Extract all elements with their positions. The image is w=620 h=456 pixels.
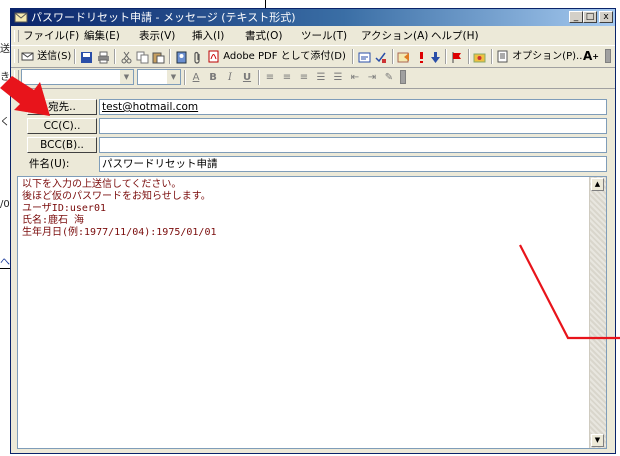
menu-file[interactable]: ファイル(F) — [23, 29, 79, 43]
spelling-icon[interactable] — [374, 51, 387, 64]
menu-help[interactable]: ヘルプ(H) — [431, 29, 479, 43]
chevron-down-icon: ▼ — [120, 70, 133, 84]
font-grow-mark: + — [592, 52, 599, 61]
high-importance-icon[interactable] — [415, 51, 428, 64]
window-title: パスワードリセット申請 - メッセージ (テキスト形式) — [31, 11, 296, 24]
toolbar-separator — [184, 70, 186, 85]
follow-up-icon[interactable] — [397, 51, 410, 64]
attach-icon[interactable] — [191, 51, 204, 64]
body-line: 後ほど仮のパスワードをお知らせします。 — [22, 191, 211, 202]
chevron-down-icon: ▼ — [167, 70, 180, 84]
message-body-text: 以下を入力の上送信してください。 後ほど仮のパスワードをお知らせします。 ユーザ… — [22, 179, 586, 239]
menu-tools[interactable]: ツール(T) — [301, 29, 347, 43]
close-button[interactable]: x — [599, 11, 613, 23]
pdf-icon — [208, 50, 219, 62]
increase-indent-icon[interactable]: ⇥ — [364, 70, 380, 85]
italic-button[interactable]: I — [222, 70, 238, 85]
highlight-icon[interactable]: ✎ — [381, 70, 397, 85]
standard-toolbar: 送信(S) Adobe PDF として添付(D) オプション(P).. A+ — [11, 45, 615, 68]
toolbar-separator — [491, 49, 493, 64]
low-importance-icon[interactable] — [429, 51, 442, 64]
underline-button[interactable]: U — [239, 70, 255, 85]
bg-divider — [0, 268, 10, 269]
decrease-indent-icon[interactable]: ⇤ — [347, 70, 363, 85]
font-size-button[interactable]: A+ — [583, 49, 599, 64]
options-icon — [497, 50, 508, 62]
scroll-up-button[interactable]: ▲ — [591, 178, 604, 191]
toolbar-separator — [468, 49, 470, 64]
toolbar-separator — [445, 49, 447, 64]
toolbar-separator — [114, 49, 116, 64]
bg-divider-top — [265, 0, 266, 8]
options-label: オプション(P).. — [512, 51, 583, 62]
paste-icon[interactable] — [152, 51, 165, 64]
red-arrow-icon — [0, 76, 50, 116]
body-line: 氏名:鹿石 海 — [22, 215, 85, 226]
font-size-dropdown[interactable]: ▼ — [137, 69, 181, 85]
menu-view[interactable]: 表示(V) — [139, 29, 175, 43]
subject-field[interactable]: パスワードリセット申請 — [99, 156, 607, 172]
menu-edit[interactable]: 編集(E) — [84, 29, 120, 43]
save-icon[interactable] — [80, 51, 93, 64]
options-button[interactable]: オプション(P).. — [496, 49, 582, 64]
maximize-button[interactable]: □ — [583, 11, 597, 23]
adobe-pdf-button[interactable]: Adobe PDF として添付(D) — [207, 49, 346, 64]
vertical-scrollbar[interactable]: ▲ ▼ — [589, 177, 606, 448]
numbering-icon[interactable]: ☰ — [330, 70, 346, 85]
to-field[interactable]: test@hotmail.com — [99, 99, 607, 115]
font-color-icon[interactable]: A — [188, 70, 204, 85]
font-size-label: A — [583, 49, 593, 63]
send-button[interactable]: 送信(S) — [21, 49, 71, 64]
menu-format[interactable]: 書式(O) — [245, 29, 282, 43]
toolbar-separator — [169, 49, 171, 64]
align-center-icon[interactable]: ≡ — [279, 70, 295, 85]
mail-icon — [14, 12, 28, 23]
toolbar-separator — [352, 49, 354, 64]
bcc-field[interactable] — [99, 137, 607, 153]
body-line: ユーザID:user01 — [22, 203, 106, 214]
menu-bar: ファイル(F) 編集(E) 表示(V) 挿入(I) 書式(O) ツール(T) ア… — [11, 27, 615, 45]
format-toolbar: ▼ ▼ A B I U ≡ ≡ ≡ ☰ ☰ ⇤ ⇥ ✎ — [11, 67, 615, 89]
copy-icon[interactable] — [136, 51, 149, 64]
message-window: パスワードリセット申請 - メッセージ (テキスト形式) _ □ x ファイル(… — [10, 8, 616, 454]
check-names-icon[interactable] — [358, 51, 371, 64]
message-body[interactable]: 以下を入力の上送信してください。 後ほど仮のパスワードをお知らせします。 ユーザ… — [17, 176, 607, 449]
menu-insert[interactable]: 挿入(I) — [192, 29, 224, 43]
adobe-pdf-label: Adobe PDF として添付(D) — [223, 51, 346, 62]
print-icon[interactable] — [97, 51, 110, 64]
title-bar[interactable]: パスワードリセット申請 - メッセージ (テキスト形式) _ □ x — [11, 9, 615, 26]
cut-icon[interactable] — [120, 51, 133, 64]
format-toolbar-overflow-icon[interactable] — [400, 70, 406, 84]
bullets-icon[interactable]: ☰ — [313, 70, 329, 85]
align-left-icon[interactable]: ≡ — [262, 70, 278, 85]
send-label: 送信(S) — [37, 51, 72, 62]
menu-action[interactable]: アクション(A) — [361, 29, 428, 43]
bg-text-4: /0 — [0, 199, 10, 210]
bg-text-1: 送 — [0, 44, 10, 55]
to-recipient: test@hotmail.com — [102, 101, 199, 113]
body-line: 生年月日(例:1977/11/04):1975/01/01 — [22, 227, 217, 238]
toolbar-overflow-icon[interactable] — [605, 49, 611, 63]
flag-icon[interactable] — [450, 51, 463, 64]
toolbar-separator — [392, 49, 394, 64]
toolbar-separator — [74, 49, 76, 64]
scroll-down-button[interactable]: ▼ — [591, 434, 604, 447]
bold-button[interactable]: B — [205, 70, 221, 85]
bg-text-5: へ — [0, 257, 10, 268]
send-icon — [21, 52, 34, 60]
permission-icon[interactable] — [473, 51, 486, 64]
menu-grip[interactable] — [14, 30, 19, 42]
address-book-icon[interactable] — [175, 51, 188, 64]
align-right-icon[interactable]: ≡ — [296, 70, 312, 85]
toolbar-grip[interactable] — [14, 49, 19, 63]
cc-field[interactable] — [99, 118, 607, 134]
minimize-button[interactable]: _ — [569, 11, 583, 23]
toolbar-separator — [258, 70, 260, 85]
body-line: 以下を入力の上送信してください。 — [22, 179, 182, 190]
subject-label: 件名(U): — [29, 158, 70, 170]
